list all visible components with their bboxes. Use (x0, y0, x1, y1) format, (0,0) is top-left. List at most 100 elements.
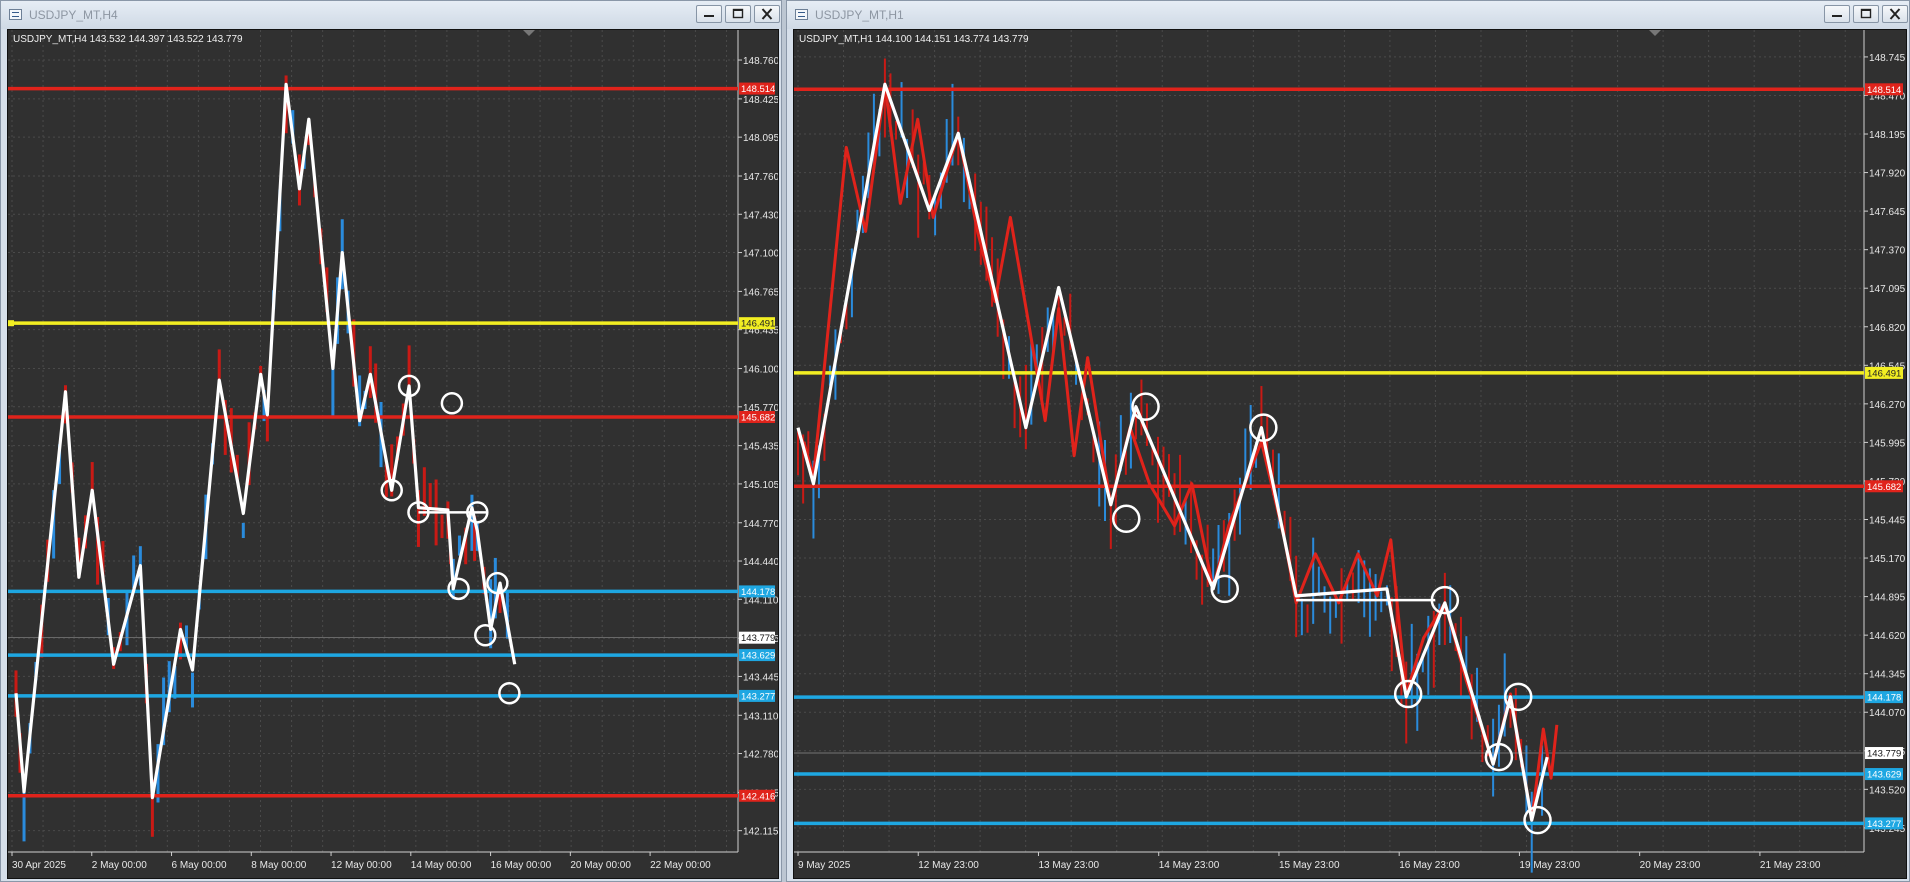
window-title: USDJPY_MT,H4 (29, 8, 118, 22)
y-tick-label: 145.995 (1869, 438, 1906, 449)
chart-canvas[interactable]: 148.745148.470148.195147.920147.645147.3… (794, 30, 1906, 878)
window-titlebar[interactable]: USDJPY_MT,H4 (1, 1, 781, 29)
y-tick-label: 144.345 (1869, 670, 1906, 681)
price-chart-h4[interactable]: 148.760 148.425 148.095 147.760 147.430 147.1… (7, 29, 779, 879)
close-button[interactable] (754, 5, 780, 23)
x-tick-label: 13 May 23:00 (1038, 860, 1099, 871)
x-tick-label: 9 May 2025 (798, 860, 851, 871)
minimize-icon (1832, 15, 1842, 17)
chart-window-h1: USDJPY_MT,H1 148.745 148.470 148.195 147.92… (786, 0, 1910, 882)
restore-icon (1860, 8, 1872, 19)
x-tick-label: 19 May 23:00 (1519, 860, 1580, 871)
x-tick-label: 15 May 23:00 (1279, 860, 1340, 871)
y-tick-label: 144.895 (1869, 593, 1906, 604)
zigzag-line (796, 82, 1549, 822)
x-tick-label: 30 Apr 2025 (12, 860, 66, 871)
x-tick-label: 20 May 23:00 (1640, 860, 1701, 871)
chart-shift-marker (1649, 30, 1661, 36)
y-tick-label: 146.270 (1869, 400, 1906, 411)
x-tick-label: 2 May 00:00 (92, 860, 147, 871)
x-tick-label: 14 May 23:00 (1159, 860, 1220, 871)
y-tick-label: 147.095 (1869, 284, 1906, 295)
window-titlebar[interactable]: USDJPY_MT,H1 (787, 1, 1909, 29)
y-tick-label: 143.445 (743, 672, 778, 683)
level-price-label: 143.277 (1867, 819, 1901, 830)
level-price-label: 143.629 (741, 651, 775, 662)
current-price-label: 143.779 (1867, 749, 1901, 760)
level-price-label: 144.178 (741, 587, 775, 598)
chart-info-ohlc: USDJPY_MT,H4 143.532 144.397 143.522 143… (13, 34, 243, 45)
y-tick-label: 148.745 (1869, 53, 1906, 64)
y-tick-label: 142.780 (743, 750, 778, 761)
chart-window-icon (795, 9, 808, 20)
close-icon (1889, 8, 1901, 20)
chart-info-ohlc: USDJPY_MT,H1 144.100 144.151 143.774 143… (799, 34, 1029, 45)
price-chart-h1[interactable]: 148.745 148.470 148.195 147.920 147.645 147.3… (793, 29, 1907, 879)
x-tick-label: 20 May 00:00 (570, 860, 631, 871)
level-price-label: 143.277 (741, 691, 775, 702)
y-tick-label: 147.920 (1869, 169, 1906, 180)
level-price-label: 145.682 (741, 412, 775, 423)
y-tick-label: 147.645 (1869, 207, 1906, 218)
level-price-label: 148.514 (1867, 85, 1901, 96)
y-tick-label: 148.425 (743, 95, 778, 106)
y-tick-label: 144.770 (743, 519, 778, 530)
y-tick-label: 147.760 (743, 172, 778, 183)
swing-point-circle (1210, 574, 1239, 604)
swing-point-circle (440, 392, 464, 415)
x-tick-label: 16 May 23:00 (1399, 860, 1460, 871)
window-title: USDJPY_MT,H1 (815, 8, 904, 22)
minimize-button[interactable] (696, 5, 722, 23)
y-tick-label: 148.095 (743, 133, 778, 144)
y-tick-label: 146.765 (743, 287, 778, 298)
level-price-label: 148.514 (741, 84, 775, 95)
x-tick-label: 12 May 23:00 (918, 860, 979, 871)
minimize-icon (704, 15, 714, 17)
y-tick-label: 143.520 (1869, 785, 1906, 796)
y-tick-label: 147.100 (743, 249, 778, 260)
y-tick-label: 147.430 (743, 210, 778, 221)
restore-button[interactable] (1853, 5, 1879, 23)
y-tick-label: 146.100 (743, 365, 778, 376)
close-button[interactable] (1882, 5, 1908, 23)
x-tick-label: 6 May 00:00 (172, 860, 227, 871)
chart-window-h4: USDJPY_MT,H4 148.760 148.425 148.095 147.76… (0, 0, 782, 882)
close-icon (761, 8, 773, 20)
level-price-label: 142.416 (741, 791, 775, 802)
y-tick-label: 144.070 (1869, 708, 1906, 719)
y-tick-label: 143.110 (743, 711, 778, 722)
y-tick-label: 145.105 (743, 480, 778, 491)
current-price-label: 143.779 (741, 633, 775, 644)
y-tick-label: 145.170 (1869, 554, 1906, 565)
level-anchor-marker (8, 320, 14, 327)
x-tick-label: 14 May 00:00 (411, 860, 472, 871)
y-tick-label: 142.115 (743, 827, 778, 838)
level-price-label: 146.491 (1867, 368, 1901, 379)
y-tick-label: 148.760 (743, 56, 778, 67)
x-tick-label: 16 May 00:00 (491, 860, 552, 871)
restore-button[interactable] (725, 5, 751, 23)
restore-icon (732, 8, 744, 19)
chart-shift-marker (523, 30, 535, 36)
x-tick-label: 8 May 00:00 (251, 860, 306, 871)
swing-point-circle (447, 577, 470, 601)
level-price-label: 146.491 (741, 319, 775, 330)
y-tick-label: 148.195 (1869, 130, 1906, 141)
y-tick-label: 147.370 (1869, 246, 1906, 257)
wave-line (802, 82, 1559, 822)
minimize-button[interactable] (1824, 5, 1850, 23)
y-tick-label: 145.445 (1869, 515, 1906, 526)
chart-window-icon (9, 9, 22, 20)
chart-canvas[interactable]: 148.760 148.425 148.095 147.760 147.430 147.1… (8, 30, 778, 878)
x-tick-label: 21 May 23:00 (1760, 860, 1821, 871)
x-tick-label: 22 May 00:00 (650, 860, 711, 871)
zigzag-line (14, 82, 517, 800)
swing-point-circle (1523, 805, 1552, 835)
x-tick-label: 12 May 00:00 (331, 860, 392, 871)
swing-point-circle (1112, 504, 1141, 534)
level-price-label: 144.178 (1867, 693, 1901, 704)
level-price-label: 143.629 (1867, 770, 1901, 781)
y-tick-label: 144.440 (743, 557, 778, 568)
y-tick-label: 144.620 (1869, 631, 1906, 642)
level-price-label: 145.682 (1867, 482, 1901, 493)
